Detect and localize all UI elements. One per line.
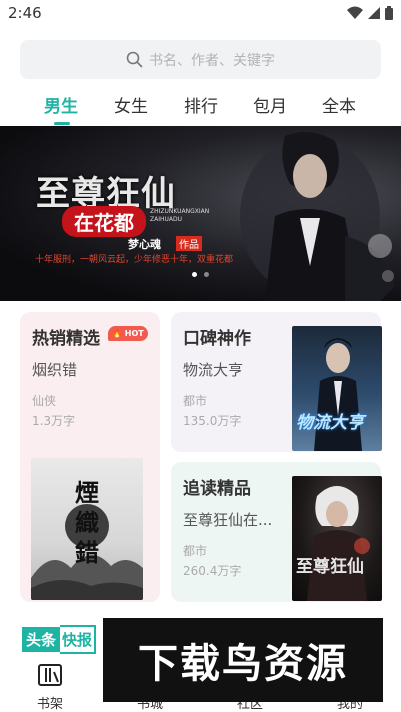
cover-title: 煙織錯 [75,478,99,567]
cover-title: 至尊狂仙 [296,557,364,577]
news-tag-part-a: 头条 [22,626,61,652]
banner-dot[interactable] [204,272,209,277]
signal-icon [368,7,380,19]
book-title[interactable]: 烟织错 [32,359,77,380]
book-word-count: 260.4万字 [183,564,242,578]
card-title: 口碑神作 [183,329,251,349]
book-cover[interactable]: 物流大亨 [292,326,382,451]
wifi-icon [347,6,363,19]
book-word-count: 135.0万字 [183,414,242,428]
search-icon [126,51,143,68]
news-tag-part-b: 快报 [60,624,97,654]
book-cover[interactable]: 至尊狂仙 [292,476,382,601]
book-genre: 都市 [183,544,208,558]
search-placeholder: 书名、作者、关键字 [149,52,275,69]
banner-dot-active[interactable] [192,272,197,277]
banner-author-tag: 作品 [176,236,202,251]
tab-ranking[interactable]: 排行 [184,92,218,117]
battery-icon [385,6,393,20]
nav-label: 书架 [36,697,63,712]
banner-subtitle: 在花都 [62,206,146,237]
tab-complete[interactable]: 全本 [322,92,356,117]
banner-author: 梦心魂 [128,238,161,251]
status-bar: 2:46 [0,0,401,28]
book-title[interactable]: 至尊狂仙在... [183,509,272,530]
banner-english-line: ZHIZUNKUANGXIAN ZAIHUADU [150,208,210,223]
tab-male[interactable]: 男生 [44,92,78,117]
status-time: 2:46 [8,4,42,22]
bookshelf-icon [38,664,62,686]
tab-female[interactable]: 女生 [114,92,148,117]
book-word-count: 1.3万字 [32,414,76,428]
card-title: 追读精品 [183,479,251,499]
book-genre: 仙侠 [32,394,57,408]
active-tab-indicator [54,122,70,125]
tab-monthly[interactable]: 包月 [253,92,287,117]
status-icons [347,6,393,20]
cover-art [307,486,370,601]
category-tabs: 男生 女生 排行 包月 全本 [0,88,401,125]
search-bar[interactable]: 书名、作者、关键字 [20,40,381,79]
book-genre: 都市 [183,394,208,408]
promo-banner[interactable]: 至尊狂仙 在花都 ZHIZUNKUANGXIAN ZAIHUADU 梦心魂 作品… [0,126,401,301]
watermark-text: 下载鸟资源 [138,641,348,687]
cover-title: 物流大亨 [296,413,364,433]
book-cover[interactable]: 煙織錯 [31,458,143,600]
watermark-overlay: 下载鸟资源 [103,618,383,702]
headline-news-tag[interactable]: 头条 快报 [22,624,97,654]
banner-tagline: 十年服刑，一朝风云起，少年修恶十年，双重花都 [35,255,234,265]
card-title: 热销精选 [32,329,100,349]
hot-badge: 🔥 HOT [108,326,148,341]
book-title[interactable]: 物流大亨 [183,359,243,380]
